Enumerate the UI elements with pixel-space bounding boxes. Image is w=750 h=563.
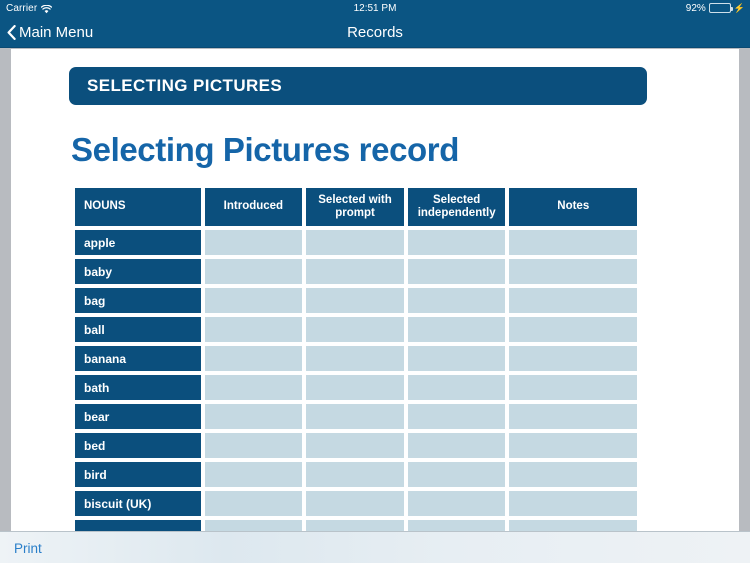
- cell-introduced[interactable]: [204, 375, 303, 400]
- cell-selected-independently[interactable]: [407, 230, 506, 255]
- print-button[interactable]: Print: [14, 532, 42, 563]
- column-header-nouns: NOUNS: [75, 188, 201, 226]
- table-header-row: NOUNS Introduced Selected with prompt Se…: [75, 188, 638, 226]
- cell-selected-with-prompt[interactable]: [306, 404, 404, 429]
- section-banner-label: SELECTING PICTURES: [87, 76, 283, 95]
- cell-introduced[interactable]: [204, 230, 303, 255]
- cell-selected-independently[interactable]: [407, 404, 506, 429]
- cell-selected-with-prompt[interactable]: [306, 491, 404, 516]
- cell-selected-with-prompt[interactable]: [306, 288, 404, 313]
- cell-selected-independently[interactable]: [407, 288, 506, 313]
- cell-selected-with-prompt[interactable]: [306, 317, 404, 342]
- battery-icon: [708, 3, 733, 13]
- cell-selected-with-prompt[interactable]: [306, 259, 404, 284]
- table-row: bag: [75, 288, 638, 313]
- column-header-selected-with-prompt: Selected with prompt: [306, 188, 404, 226]
- cell-selected-with-prompt[interactable]: [306, 433, 404, 458]
- table-row: banana: [75, 346, 638, 371]
- battery-percent-label: 92%: [685, 2, 706, 14]
- table-row: bird: [75, 462, 638, 487]
- cell-selected-independently[interactable]: [407, 491, 506, 516]
- records-table: NOUNS Introduced Selected with prompt Se…: [75, 188, 638, 531]
- row-label-noun: banana: [75, 346, 201, 371]
- cell-selected-independently[interactable]: [407, 317, 506, 342]
- content-area: SELECTING PICTURES Selecting Pictures re…: [0, 49, 750, 531]
- row-label-noun: bag: [75, 288, 201, 313]
- table-row: baby: [75, 259, 638, 284]
- table-row: biscuit (UK): [75, 491, 638, 516]
- charging-bolt-icon: ⚡: [733, 2, 745, 13]
- cell-notes[interactable]: [509, 317, 638, 342]
- cell-notes[interactable]: [509, 520, 638, 531]
- table-row: ball: [75, 317, 638, 342]
- cell-selected-with-prompt[interactable]: [306, 520, 404, 531]
- cell-notes[interactable]: [509, 404, 638, 429]
- table-row: [75, 520, 638, 531]
- navigation-bar: Main Menu Records: [0, 16, 750, 48]
- cell-selected-independently[interactable]: [407, 259, 506, 284]
- cell-selected-independently[interactable]: [407, 520, 506, 531]
- row-label-noun: bed: [75, 433, 201, 458]
- cell-introduced[interactable]: [204, 404, 303, 429]
- section-banner: SELECTING PICTURES: [69, 67, 647, 105]
- cell-notes[interactable]: [509, 491, 638, 516]
- table-body: apple baby bag ball banana bath bear bed bird bis…: [75, 230, 638, 531]
- cell-introduced[interactable]: [204, 346, 303, 371]
- row-label-noun: [75, 520, 201, 531]
- status-bar: Carrier 12:51 PM 92% ⚡: [0, 0, 750, 16]
- cell-introduced[interactable]: [204, 317, 303, 342]
- cell-introduced[interactable]: [204, 259, 303, 284]
- row-label-noun: bath: [75, 375, 201, 400]
- cell-introduced[interactable]: [204, 520, 303, 531]
- cell-introduced[interactable]: [204, 462, 303, 487]
- table-row: bear: [75, 404, 638, 429]
- cell-notes[interactable]: [509, 346, 638, 371]
- cell-selected-independently[interactable]: [407, 462, 506, 487]
- row-label-noun: baby: [75, 259, 201, 284]
- record-heading: Selecting Pictures record: [71, 131, 459, 168]
- status-bar-clock: 12:51 PM: [353, 2, 397, 14]
- cell-introduced[interactable]: [204, 288, 303, 313]
- cell-notes[interactable]: [509, 230, 638, 255]
- column-header-introduced: Introduced: [204, 188, 303, 226]
- row-label-noun: biscuit (UK): [75, 491, 201, 516]
- row-label-noun: bird: [75, 462, 201, 487]
- table-row: bath: [75, 375, 638, 400]
- column-header-selected-independently: Selected independently: [407, 188, 506, 226]
- bottom-toolbar: Print: [0, 531, 750, 563]
- row-label-noun: apple: [75, 230, 201, 255]
- cell-selected-independently[interactable]: [407, 346, 506, 371]
- table-row: bed: [75, 433, 638, 458]
- cell-selected-independently[interactable]: [407, 433, 506, 458]
- cell-selected-with-prompt[interactable]: [306, 462, 404, 487]
- cell-notes[interactable]: [509, 375, 638, 400]
- cell-selected-with-prompt[interactable]: [306, 375, 404, 400]
- cell-notes[interactable]: [509, 433, 638, 458]
- table-row: apple: [75, 230, 638, 255]
- cell-introduced[interactable]: [204, 491, 303, 516]
- page-title: Records: [347, 23, 403, 41]
- status-bar-right: 92% ⚡: [686, 0, 745, 16]
- cell-selected-with-prompt[interactable]: [306, 230, 404, 255]
- row-label-noun: ball: [75, 317, 201, 342]
- cell-notes[interactable]: [509, 462, 638, 487]
- cell-notes[interactable]: [509, 259, 638, 284]
- document-page: SELECTING PICTURES Selecting Pictures re…: [11, 49, 739, 531]
- cell-selected-independently[interactable]: [407, 375, 506, 400]
- ipad-screen: Carrier 12:51 PM 92% ⚡ Main Menu Records…: [0, 0, 750, 563]
- cell-introduced[interactable]: [204, 433, 303, 458]
- column-header-notes: Notes: [509, 188, 638, 226]
- cell-notes[interactable]: [509, 288, 638, 313]
- cell-selected-with-prompt[interactable]: [306, 346, 404, 371]
- status-bar-center: 12:51 PM: [0, 0, 750, 16]
- row-label-noun: bear: [75, 404, 201, 429]
